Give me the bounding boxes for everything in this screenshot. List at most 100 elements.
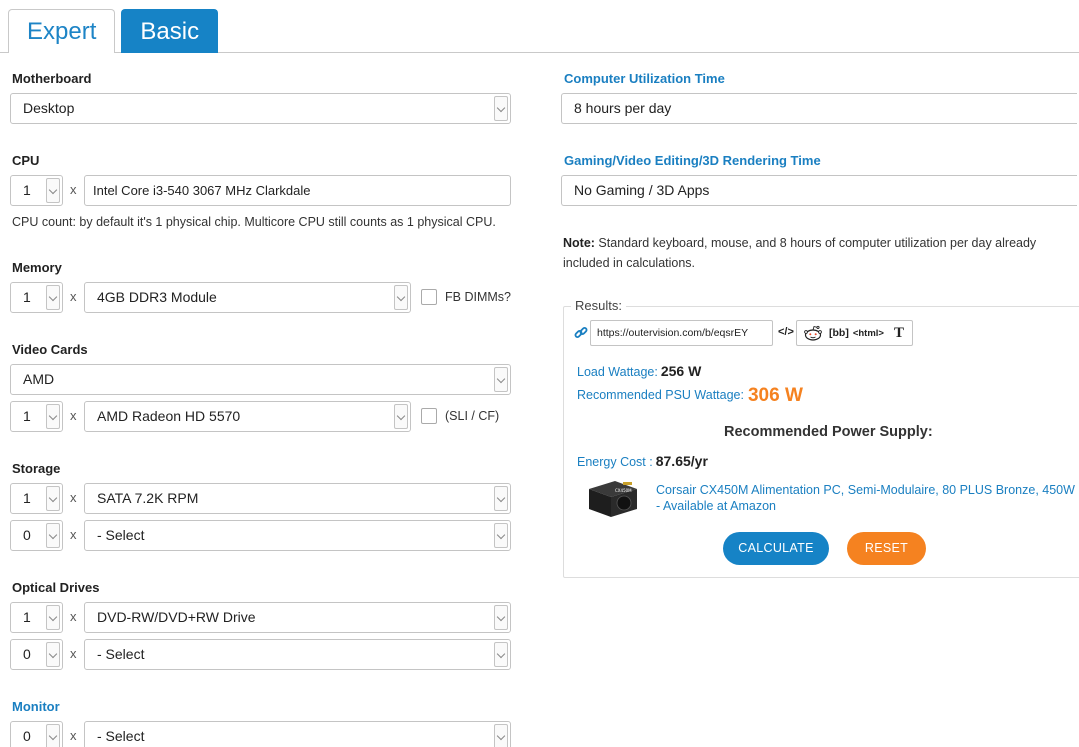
- storage-label: Storage: [12, 461, 61, 476]
- cpu-input[interactable]: Intel Core i3-540 3067 MHz Clarkdale: [84, 175, 511, 206]
- power-supply-image[interactable]: CX450M: [585, 475, 639, 520]
- monitor-qty-value: 0: [23, 728, 31, 744]
- chevron-down-icon: [494, 605, 508, 630]
- note-bold: Note:: [563, 236, 595, 250]
- psu-wattage-row: Recommended PSU Wattage: 306 W: [577, 385, 803, 407]
- tab-expert[interactable]: Expert: [8, 9, 116, 53]
- video-brand-value: AMD: [23, 371, 55, 387]
- note-body: Standard keyboard, mouse, and 8 hours of…: [563, 236, 1037, 270]
- memory-qty-select[interactable]: 1: [10, 282, 63, 313]
- cpu-label: CPU: [12, 153, 40, 168]
- share-buttons: [bb] <html> T: [796, 320, 913, 346]
- optical-value: DVD-RW/DVD+RW Drive: [97, 609, 256, 625]
- bbcode-button[interactable]: [bb]: [829, 327, 849, 339]
- optical-value-2: - Select: [97, 646, 145, 662]
- utilization-label: Computer Utilization Time: [564, 71, 725, 86]
- sli-cf-checkbox[interactable]: [421, 408, 437, 424]
- chevron-down-icon: [494, 523, 508, 548]
- share-url-input[interactable]: https://outervision.com/b/eqsrEY: [590, 320, 773, 346]
- cpu-qty-select[interactable]: 1: [10, 175, 63, 206]
- chevron-down-icon: [394, 404, 408, 429]
- monitor-value: - Select: [97, 728, 145, 744]
- video-qty-select[interactable]: 1: [10, 401, 63, 432]
- optical-qty-value-2: 0: [23, 646, 31, 662]
- chevron-down-icon: [46, 605, 60, 630]
- psu-wattage-label: Recommended PSU Wattage:: [577, 388, 744, 402]
- times-sign: x: [70, 728, 77, 743]
- fb-dimms-label: FB DIMMs?: [445, 290, 511, 304]
- times-sign: x: [70, 527, 77, 542]
- storage-value: SATA 7.2K RPM: [97, 490, 199, 506]
- psu-badge: CX450M: [615, 488, 632, 493]
- storage-select[interactable]: SATA 7.2K RPM: [84, 483, 511, 514]
- link-icon: [574, 327, 588, 338]
- monitor-label: Monitor: [12, 699, 60, 714]
- gaming-label: Gaming/Video Editing/3D Rendering Time: [564, 153, 821, 168]
- memory-value: 4GB DDR3 Module: [97, 289, 217, 305]
- chevron-down-icon: [46, 404, 60, 429]
- video-card-select[interactable]: AMD Radeon HD 5570: [84, 401, 411, 432]
- chevron-down-icon: [494, 486, 508, 511]
- energy-cost-row: Energy Cost :87.65/yr: [577, 453, 708, 469]
- optical-drives-label: Optical Drives: [12, 580, 100, 595]
- storage-select-2[interactable]: - Select: [84, 520, 511, 551]
- gaming-value: No Gaming / 3D Apps: [574, 182, 710, 198]
- chevron-down-icon: [394, 285, 408, 310]
- memory-qty-value: 1: [23, 289, 31, 305]
- gaming-select[interactable]: No Gaming / 3D Apps: [561, 175, 1077, 206]
- chevron-down-icon: [494, 96, 508, 121]
- optical-select-2[interactable]: - Select: [84, 639, 511, 670]
- note-text: Note: Standard keyboard, mouse, and 8 ho…: [563, 233, 1063, 273]
- text-button[interactable]: T: [894, 325, 904, 342]
- memory-select[interactable]: 4GB DDR3 Module: [84, 282, 411, 313]
- psu-wattage-value: 306 W: [747, 385, 803, 406]
- embed-code-icon[interactable]: </>: [778, 326, 794, 338]
- cpu-help-text: CPU count: by default it's 1 physical ch…: [12, 215, 496, 229]
- monitor-select[interactable]: - Select: [84, 721, 511, 747]
- storage-value-2: - Select: [97, 527, 145, 543]
- times-sign: x: [70, 490, 77, 505]
- calculate-button[interactable]: CALCULATE: [723, 532, 829, 565]
- load-wattage-value: 256 W: [660, 363, 702, 379]
- chevron-down-icon: [46, 178, 60, 203]
- energy-cost-value: 87.65/yr: [655, 453, 708, 469]
- reset-button[interactable]: RESET: [847, 532, 926, 565]
- chevron-down-icon: [494, 367, 508, 392]
- chevron-down-icon: [46, 523, 60, 548]
- video-brand-select[interactable]: AMD: [10, 364, 511, 395]
- video-cards-label: Video Cards: [12, 342, 88, 357]
- load-wattage-label: Load Wattage:: [577, 365, 658, 379]
- cpu-qty-value: 1: [23, 182, 31, 198]
- times-sign: x: [70, 408, 77, 423]
- optical-select[interactable]: DVD-RW/DVD+RW Drive: [84, 602, 511, 633]
- storage-qty-select[interactable]: 1: [10, 483, 63, 514]
- chevron-down-icon: [46, 642, 60, 667]
- optical-qty-select[interactable]: 1: [10, 602, 63, 633]
- optical-qty-select-2[interactable]: 0: [10, 639, 63, 670]
- times-sign: x: [70, 609, 77, 624]
- tab-basic[interactable]: Basic: [121, 9, 219, 53]
- times-sign: x: [70, 289, 77, 304]
- utilization-select[interactable]: 8 hours per day: [561, 93, 1077, 124]
- chevron-down-icon: [46, 285, 60, 310]
- storage-qty-value-2: 0: [23, 527, 31, 543]
- optical-qty-value: 1: [23, 609, 31, 625]
- chevron-down-icon: [494, 642, 508, 667]
- results-legend: Results:: [571, 298, 626, 313]
- chevron-down-icon: [46, 486, 60, 511]
- fb-dimms-checkbox[interactable]: [421, 289, 437, 305]
- html-button[interactable]: <html>: [853, 328, 884, 339]
- video-card-value: AMD Radeon HD 5570: [97, 408, 241, 424]
- motherboard-label: Motherboard: [12, 71, 92, 86]
- mode-tabs: Expert Basic: [8, 9, 219, 53]
- load-wattage-row: Load Wattage: 256 W: [577, 363, 701, 379]
- motherboard-value: Desktop: [23, 100, 75, 116]
- monitor-qty-select[interactable]: 0: [10, 721, 63, 747]
- storage-qty-value: 1: [23, 490, 31, 506]
- psu-product-link[interactable]: Corsair CX450M Alimentation PC, Semi-Mod…: [656, 482, 1076, 514]
- reddit-icon[interactable]: [803, 325, 823, 341]
- chevron-down-icon: [46, 724, 60, 747]
- storage-qty-select-2[interactable]: 0: [10, 520, 63, 551]
- motherboard-select[interactable]: Desktop: [10, 93, 511, 124]
- video-qty-value: 1: [23, 408, 31, 424]
